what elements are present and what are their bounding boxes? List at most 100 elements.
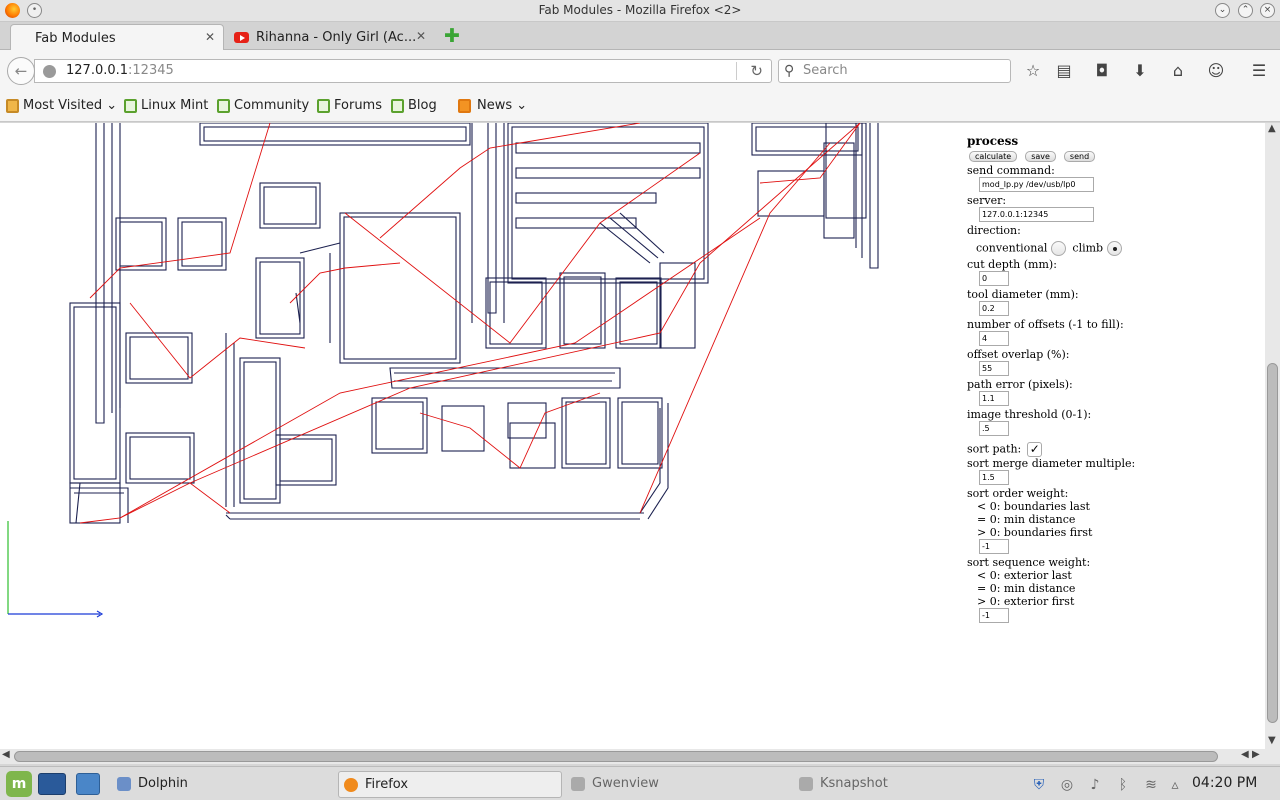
task-label: Gwenview — [592, 776, 659, 791]
threshold-field[interactable]: .5 — [979, 421, 1009, 436]
folder-icon — [6, 99, 19, 113]
calculate-button[interactable]: calculate — [969, 151, 1018, 162]
tab-fab-modules[interactable]: Fab Modules ✕ — [10, 24, 224, 51]
cut-depth-field[interactable]: 0 — [979, 271, 1009, 286]
task-ksnapshot[interactable]: Ksnapshot — [794, 771, 1004, 798]
show-desktop-icon[interactable] — [38, 773, 66, 795]
tool-diameter-field[interactable]: 0.2 — [979, 301, 1009, 316]
cut-depth-label: cut depth (mm): — [967, 258, 1057, 271]
horizontal-scrollbar[interactable]: ◀ ◀ ▶ — [0, 749, 1265, 764]
tab-rihanna[interactable]: Rihanna - Only Girl (Ac... ✕ — [230, 24, 434, 51]
task-label: Firefox — [365, 777, 409, 792]
panel-buttons: calculate save send — [967, 149, 1257, 162]
scroll-right-icon[interactable]: ▶ — [1252, 749, 1260, 760]
merge-field[interactable]: 1.5 — [979, 470, 1009, 485]
maximize-icon[interactable]: ⌃ — [1238, 3, 1253, 18]
file-manager-icon[interactable] — [76, 773, 100, 795]
scroll-left-icon[interactable]: ◀ — [2, 749, 10, 760]
send-command-field[interactable]: mod_lp.py /dev/usb/lp0 — [979, 177, 1094, 192]
new-tab-icon[interactable]: ✚ — [444, 25, 460, 47]
process-panel: process calculate save send send command: … — [967, 134, 1257, 623]
sort-path-checkbox[interactable]: ✓ — [1027, 442, 1043, 457]
clock[interactable]: 04:20 PM — [1192, 775, 1257, 791]
task-dolphin[interactable]: Dolphin — [112, 771, 322, 798]
bookmark-linux-mint[interactable]: Linux Mint — [124, 98, 208, 113]
home-icon[interactable]: ⌂ — [1168, 61, 1188, 81]
ksnapshot-icon — [799, 777, 813, 791]
bookmark-news[interactable]: News ⌄ — [458, 98, 527, 113]
rss-icon — [458, 99, 471, 113]
order-weight-field[interactable]: -1 — [979, 539, 1009, 554]
sort-path-row: sort path: ✓ — [967, 442, 1257, 457]
sequence-line: = 0: min distance — [977, 582, 1076, 595]
bluetooth-icon[interactable]: ᛒ — [1114, 776, 1132, 794]
task-gwenview[interactable]: Gwenview — [566, 771, 776, 798]
reload-icon[interactable]: ↻ — [750, 60, 763, 82]
back-button-icon[interactable]: ← — [7, 57, 35, 85]
climb-label: climb — [1072, 241, 1104, 255]
bookmark-blog[interactable]: Blog — [391, 98, 437, 113]
direction-options: conventional climb — [976, 241, 1257, 256]
minimize-icon[interactable]: ⌄ — [1215, 3, 1230, 18]
menu-icon[interactable]: ☰ — [1249, 61, 1269, 81]
offsets-field[interactable]: 4 — [979, 331, 1009, 346]
update-icon[interactable]: ◎ — [1058, 776, 1076, 794]
scroll-up-icon[interactable]: ▲ — [1268, 123, 1276, 134]
panel-title: process — [967, 134, 1019, 148]
tab-bar: Fab Modules ✕ Rihanna - Only Girl (Ac...… — [0, 22, 1280, 51]
send-button[interactable]: send — [1063, 151, 1096, 162]
wifi-icon[interactable]: ≋ — [1142, 776, 1160, 794]
taskbar: m Dolphin Firefox Gwenview Ksnapshot ⛨ ◎… — [0, 766, 1280, 800]
tray-expand-icon[interactable]: ▵ — [1166, 776, 1184, 794]
toolpath-canvas[interactable] — [0, 123, 960, 749]
start-menu-icon[interactable]: m — [6, 771, 32, 797]
page-content: process calculate save send send command: … — [0, 123, 1265, 749]
order-weight-label: sort order weight: — [967, 487, 1069, 500]
scroll-left-icon[interactable]: ◀ — [1241, 749, 1249, 760]
bookmark-label: Most Visited — [23, 98, 103, 113]
save-button[interactable]: save — [1025, 151, 1056, 162]
horizontal-scroll-thumb[interactable] — [14, 751, 1218, 762]
url-port: :12345 — [128, 63, 174, 78]
bookmark-forums[interactable]: Forums — [317, 98, 382, 113]
close-window-icon[interactable]: × — [1260, 3, 1275, 18]
close-tab-icon[interactable]: ✕ — [205, 30, 215, 44]
conventional-label: conventional — [976, 241, 1048, 255]
chevron-down-icon: ⌄ — [106, 98, 118, 113]
url-bar[interactable]: 127.0.0.1:12345 ↻ — [34, 59, 772, 83]
chevron-down-icon: ⌄ — [516, 98, 528, 113]
volume-icon[interactable]: ♪ — [1086, 776, 1104, 794]
task-label: Dolphin — [138, 776, 188, 791]
bookmarks-bar: Most Visited ⌄ Linux Mint Community Foru… — [0, 92, 1280, 122]
overlap-field[interactable]: 55 — [979, 361, 1009, 376]
security-shield-icon[interactable]: ⛨ — [1030, 776, 1048, 794]
axes — [7, 521, 104, 618]
tab-label: Fab Modules — [35, 31, 116, 46]
path-error-field[interactable]: 1.1 — [979, 391, 1009, 406]
bookmark-community[interactable]: Community — [217, 98, 309, 113]
pocket-icon[interactable]: ◘ — [1092, 61, 1112, 81]
vertical-scroll-thumb[interactable] — [1267, 363, 1278, 723]
scroll-down-icon[interactable]: ▼ — [1268, 735, 1276, 746]
server-field[interactable]: 127.0.0.1:12345 — [979, 207, 1094, 222]
mint-icon — [317, 99, 330, 113]
sequence-weight-field[interactable]: -1 — [979, 608, 1009, 623]
close-tab-icon[interactable]: ✕ — [416, 29, 426, 43]
bookmark-star-icon[interactable]: ☆ — [1023, 61, 1043, 81]
vertical-scrollbar[interactable]: ▲ ▼ — [1265, 123, 1280, 749]
bookmark-most-visited[interactable]: Most Visited ⌄ — [6, 98, 117, 113]
toolpath-outlines — [69, 123, 879, 524]
climb-radio[interactable] — [1107, 241, 1123, 256]
downloads-icon[interactable]: ⬇ — [1130, 61, 1150, 81]
chat-icon[interactable]: ☺ — [1206, 61, 1226, 81]
url-host: 127.0.0.1 — [66, 63, 129, 78]
search-input[interactable]: ⚲ Search — [778, 59, 1011, 83]
reading-list-icon[interactable]: ▤ — [1054, 61, 1074, 81]
bookmark-label: Linux Mint — [141, 98, 209, 113]
site-identity-icon[interactable] — [43, 65, 56, 78]
search-icon: ⚲ — [784, 63, 795, 79]
task-firefox[interactable]: Firefox — [338, 771, 562, 798]
youtube-icon — [234, 32, 249, 43]
navigation-bar: 127.0.0.1:12345 ↻ ← ⚲ Search ☆ ▤ ◘ ⬇ ⌂ ☺… — [0, 50, 1280, 92]
conventional-radio[interactable] — [1051, 241, 1067, 256]
